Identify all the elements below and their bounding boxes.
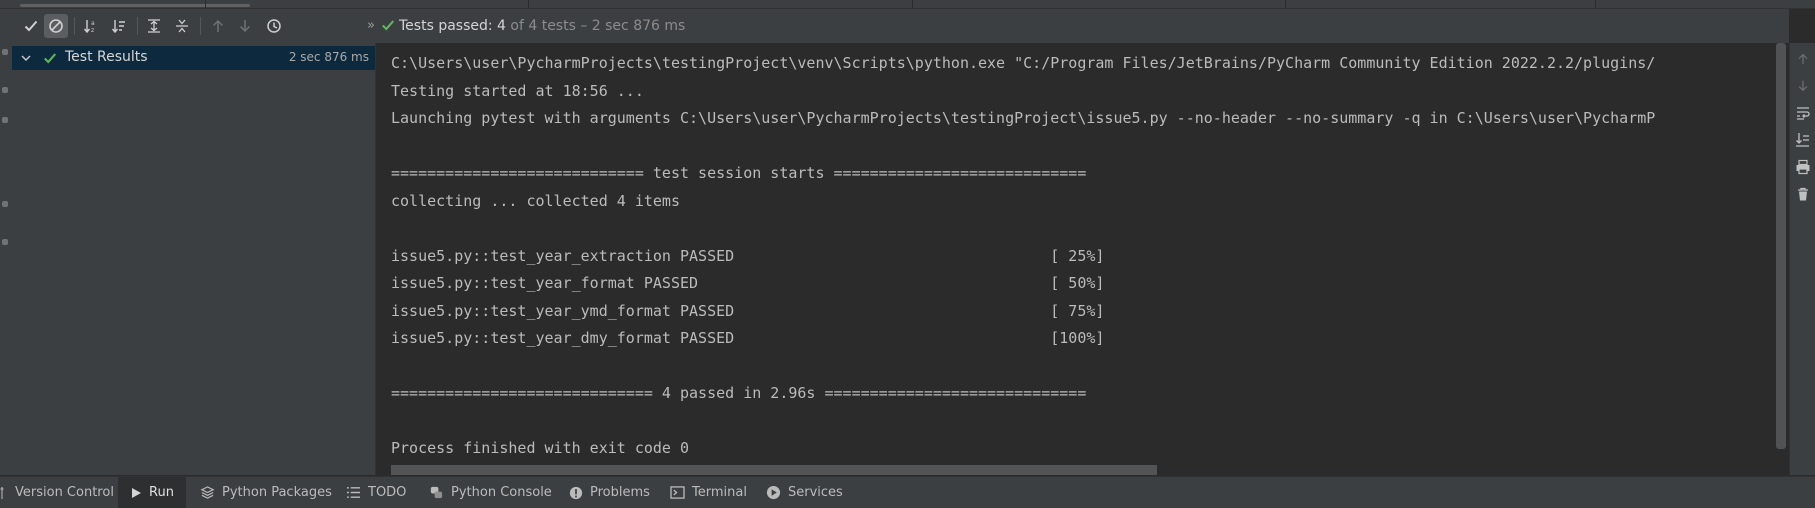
tab-label: Python Console — [451, 485, 552, 500]
vertical-scroll-thumb[interactable] — [1776, 43, 1786, 449]
soft-wrap-button[interactable] — [1795, 105, 1811, 121]
gutter-icon[interactable] — [2, 201, 8, 207]
sort-alpha-icon: az — [83, 20, 95, 34]
console-line: ============================ test sessio… — [391, 164, 1087, 182]
test-results-tree: Test Results 2 sec 876 ms — [12, 43, 376, 475]
tab-terminal[interactable]: Terminal — [670, 477, 747, 508]
sort-duration-icon — [111, 20, 125, 34]
chevron-down-icon[interactable] — [20, 52, 32, 64]
console-vertical-scrollbar[interactable] — [1776, 43, 1789, 475]
collapse-all-button[interactable] — [170, 14, 194, 38]
arrow-up-icon — [1798, 53, 1808, 65]
top-scroll-thumb[interactable] — [20, 4, 250, 7]
console-line: issue5.py::test_year_dmy_format PASSED [… — [391, 329, 1105, 347]
test-history-button[interactable] — [262, 14, 286, 38]
console-output[interactable]: C:\Users\user\PycharmProjects\testingPro… — [376, 43, 1776, 475]
tab-python-console[interactable]: Python Console — [429, 477, 552, 508]
scroll-to-end-icon — [1796, 133, 1809, 147]
expand-all-button[interactable] — [142, 14, 166, 38]
next-failed-test-button[interactable] — [233, 14, 257, 38]
collapse-all-icon — [176, 19, 188, 33]
info-circle-icon — [569, 486, 583, 499]
arrow-up-icon — [212, 19, 224, 32]
console-line: issue5.py::test_year_extraction PASSED [… — [391, 246, 1105, 265]
tab-run[interactable]: Run — [118, 477, 186, 508]
console-line: Launching pytest with arguments C:\Users… — [391, 109, 1656, 127]
scroll-down-button[interactable] — [1795, 78, 1811, 94]
console-side-toolbar — [1789, 43, 1815, 475]
console-line: ============================= 4 passed i… — [391, 384, 1087, 402]
console-line: issue5.py::test_year_format PASSED [ 50%… — [391, 274, 1105, 292]
console-horizontal-scroll-thumb[interactable] — [391, 465, 1157, 475]
tests-passed-label: Tests passed: 4 — [399, 18, 506, 34]
svg-text:z: z — [91, 27, 94, 34]
gutter-icon[interactable] — [2, 87, 8, 93]
tree-item-duration: 2 sec 876 ms — [288, 50, 369, 64]
tab-label: Services — [788, 485, 843, 500]
run-triangle-icon — [132, 487, 141, 498]
branch-icon — [0, 486, 4, 499]
show-passed-button[interactable] — [19, 14, 43, 38]
tests-passed-detail: of 4 tests – 2 sec 876 ms — [505, 18, 686, 34]
tab-services[interactable]: Services — [766, 477, 843, 508]
console-line: issue5.py::test_year_ymd_format PASSED [… — [391, 301, 1105, 320]
tab-todo[interactable]: TODO — [346, 477, 406, 508]
list-icon — [347, 487, 360, 498]
gutter-icon[interactable] — [2, 239, 8, 245]
terminal-icon — [670, 486, 685, 499]
print-button[interactable] — [1795, 159, 1811, 175]
scroll-up-button[interactable] — [1795, 51, 1811, 67]
previous-failed-test-button[interactable] — [206, 14, 230, 38]
top-tab-strip — [0, 0, 1815, 9]
test-status-summary: Tests passed: 4 of 4 tests – 2 sec 876 m… — [381, 18, 685, 34]
ignored-icon — [49, 19, 63, 33]
bottom-tool-window-bar: Version Control Run Python Packages TODO… — [0, 476, 1815, 508]
console-line: C:\Users\user\PycharmProjects\testingPro… — [391, 54, 1656, 72]
svg-text:a: a — [91, 20, 95, 27]
tab-label: Run — [149, 485, 174, 500]
gutter-icon[interactable] — [2, 49, 8, 55]
tree-item-label: Test Results — [65, 49, 148, 65]
arrow-down-icon — [1798, 80, 1808, 92]
tab-label: Problems — [590, 485, 650, 500]
python-icon — [430, 486, 443, 499]
tab-label: TODO — [368, 485, 407, 500]
console-text: C:\Users\user\PycharmProjects\testingPro… — [391, 50, 1655, 463]
layers-icon — [200, 486, 215, 499]
pass-check-icon — [382, 20, 395, 31]
show-ignored-button[interactable] — [44, 14, 68, 38]
tab-label: Python Packages — [222, 485, 332, 500]
tab-python-packages[interactable]: Python Packages — [200, 477, 332, 508]
soft-wrap-icon — [1797, 107, 1810, 120]
gutter-icon[interactable] — [2, 117, 8, 123]
history-clock-icon — [267, 19, 281, 33]
print-icon — [1796, 159, 1810, 175]
tab-label: Terminal — [692, 485, 747, 500]
clear-all-button[interactable] — [1795, 186, 1811, 202]
scroll-to-end-button[interactable] — [1795, 132, 1811, 148]
toolbar-overflow-chevron[interactable]: » — [367, 18, 375, 33]
expand-all-icon — [148, 19, 160, 33]
console-line: Testing started at 18:56 ... — [391, 81, 644, 100]
tab-version-control[interactable]: Version Control — [0, 477, 124, 508]
services-play-icon — [766, 485, 781, 500]
console-line: collecting ... collected 4 items — [391, 191, 680, 210]
trash-icon — [1798, 187, 1808, 201]
tab-label: Version Control — [15, 485, 114, 500]
pass-check-icon — [44, 53, 57, 64]
arrow-down-icon — [239, 20, 251, 33]
tab-problems[interactable]: Problems — [569, 477, 650, 508]
checkmark-icon — [24, 20, 38, 32]
tree-item-test-results[interactable]: Test Results 2 sec 876 ms — [12, 46, 375, 70]
console-line: Process finished with exit code 0 — [391, 439, 690, 457]
sort-by-duration-button[interactable] — [107, 14, 131, 38]
sort-alphabetically-button[interactable]: az — [79, 14, 103, 38]
test-runner-toolbar: az » Tests passed: 4 of 4 tests – 2 sec … — [12, 9, 1789, 43]
